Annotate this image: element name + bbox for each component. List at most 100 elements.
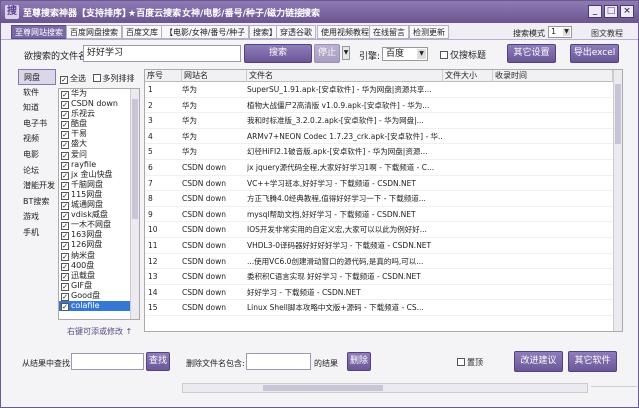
horizontal-scrollbar[interactable] bbox=[182, 383, 588, 393]
check-icon[interactable]: ✓ bbox=[61, 292, 69, 301]
multi-tag-checkbox[interactable]: 多列排排 bbox=[92, 74, 135, 83]
table-row[interactable]: 5 华为 幻径HiFI2.1破音版.apk-[安卓软件] - 华为网盘|资源... bbox=[145, 144, 615, 160]
table-row[interactable]: 4 华为 ARMv7+NEON Codec 1.7.23_crk.apk-[安卓软件… bbox=[145, 129, 615, 145]
table-row[interactable]: 14 CSDN down 好好学习 - 下载频道 - CSDN.NET bbox=[145, 285, 615, 301]
search-mode-select[interactable]: 1 ▼ bbox=[548, 26, 572, 38]
column-header-no[interactable]: 序号 bbox=[145, 70, 182, 82]
site-item[interactable]: ✓ colafile bbox=[59, 300, 139, 312]
tutorial-link[interactable]: 图文教程 bbox=[591, 28, 623, 39]
table-row[interactable]: 10 CSDN down IOS开发非常实用的自定义宏,大家可以以此为例好好... bbox=[145, 222, 615, 238]
nav-item[interactable]: 电影 bbox=[18, 147, 56, 163]
site-item[interactable]: ✓ 115网盘 bbox=[59, 190, 139, 200]
table-row[interactable]: 12 CSDN down ...使用VC6.0创建滑动窗口的源代码,是真的吗,可以.… bbox=[145, 254, 615, 270]
scroll-thumb[interactable] bbox=[615, 84, 621, 144]
nav-item[interactable]: 视频 bbox=[18, 131, 56, 147]
nav-item[interactable]: 潜能开发 bbox=[18, 178, 56, 194]
check-icon[interactable]: ✓ bbox=[61, 141, 69, 150]
check-icon[interactable]: ✓ bbox=[61, 111, 69, 120]
other-software-button[interactable]: 其它软件 bbox=[568, 351, 617, 372]
site-item[interactable]: ✓ 163网盘 bbox=[59, 230, 139, 241]
site-item[interactable]: ✓ 126网盘 bbox=[59, 240, 139, 251]
other-settings-button[interactable]: 其它设置 bbox=[507, 44, 556, 63]
site-item[interactable]: ✓ 华为 bbox=[59, 89, 139, 99]
site-item[interactable]: ✓ jx 金山快盘 bbox=[59, 170, 139, 180]
table-row[interactable]: 2 华为 植物大战僵尸2高清版 v1.0.9.apk-[安卓软件] - 华为... bbox=[145, 98, 615, 114]
site-item[interactable]: ✓ 干易 bbox=[59, 129, 139, 140]
select-all-checkbox[interactable]: ✓ 全选 bbox=[60, 74, 86, 84]
nav-item[interactable]: BT搜索 bbox=[18, 194, 56, 210]
nav-item[interactable]: 手机 bbox=[18, 225, 56, 241]
check-icon[interactable]: ✓ bbox=[61, 212, 69, 221]
tab-baidu-wenku[interactable]: 百度文库 bbox=[122, 25, 162, 39]
check-icon[interactable]: ✓ bbox=[61, 171, 69, 180]
site-item[interactable]: ✓ 爱问 bbox=[59, 150, 139, 160]
check-icon[interactable]: ✓ bbox=[61, 91, 69, 99]
export-excel-button[interactable]: 导出excel bbox=[570, 44, 619, 63]
close-button[interactable]: × bbox=[620, 5, 634, 18]
tab-google[interactable]: 穿透谷歌 bbox=[276, 25, 316, 39]
search-input[interactable]: 好好学习 bbox=[83, 45, 241, 62]
filter-input[interactable] bbox=[71, 353, 144, 370]
site-item[interactable]: ✓ 盛大 bbox=[59, 139, 139, 150]
site-item[interactable]: ✓ 酷盘 bbox=[59, 119, 139, 130]
menu-search[interactable]: 搜索 bbox=[302, 6, 320, 19]
column-header-site[interactable]: 网站名 bbox=[182, 70, 247, 82]
menu-baidu-cloud[interactable]: ★百度云搜索 bbox=[128, 6, 181, 19]
site-item[interactable]: ✓ CSDN down bbox=[59, 99, 139, 110]
check-icon[interactable]: ✓ bbox=[61, 181, 69, 190]
feedback-button[interactable]: 改进建议 bbox=[514, 351, 563, 372]
nav-item[interactable]: 论坛 bbox=[18, 163, 56, 179]
site-list-scrollbar[interactable] bbox=[130, 89, 139, 319]
table-row[interactable]: 1 华为 SuperSU_1.91.apk-[安卓软件] - 华为网盘|资源共享..… bbox=[145, 82, 615, 98]
engine-select[interactable]: 百度 ▼ bbox=[382, 47, 428, 61]
check-icon[interactable]: ✓ bbox=[61, 131, 69, 140]
minimize-button[interactable]: _ bbox=[588, 5, 602, 18]
site-item[interactable]: ✓ rayfile bbox=[59, 160, 139, 170]
site-item[interactable]: ✓ 400盘 bbox=[59, 261, 139, 271]
site-item[interactable]: ✓ 纳米盘 bbox=[59, 251, 139, 261]
check-icon[interactable]: ✓ bbox=[61, 202, 69, 211]
nav-item[interactable]: 电子书 bbox=[18, 116, 56, 132]
table-row[interactable]: 13 CSDN down 委积积C语言实现 好好学习 - 下载频道 - CSDN.N… bbox=[145, 269, 615, 285]
table-row[interactable]: 15 CSDN down Linux Shell脚本攻略中文版+源码 - 下载频道 … bbox=[145, 300, 615, 316]
delete-button[interactable]: 删除 bbox=[347, 352, 371, 371]
site-item[interactable]: ✓ 千脑网盘 bbox=[59, 180, 139, 190]
stop-button[interactable]: 停止 bbox=[314, 44, 340, 63]
delete-filter-input[interactable] bbox=[246, 353, 311, 370]
search-button[interactable]: 搜索 bbox=[244, 44, 312, 63]
table-scrollbar[interactable] bbox=[613, 70, 622, 331]
tab-check-update[interactable]: 检测更新 bbox=[409, 25, 449, 39]
scroll-thumb[interactable] bbox=[263, 385, 383, 391]
nav-item[interactable]: 软件 bbox=[18, 85, 56, 101]
tab-media[interactable]: 【电影/女神/番号/种子 bbox=[161, 25, 250, 39]
column-header-filename[interactable]: 文件名 bbox=[247, 70, 443, 82]
site-item[interactable]: ✓ 一木不网盘 bbox=[59, 220, 139, 231]
nav-item[interactable]: 知道 bbox=[18, 100, 56, 116]
check-icon[interactable]: ✓ bbox=[61, 121, 69, 130]
check-icon[interactable]: ✓ bbox=[61, 302, 69, 311]
check-icon[interactable]: ✓ bbox=[61, 232, 69, 241]
site-item[interactable]: ✓ 城通网盘 bbox=[59, 200, 139, 211]
table-row[interactable]: 11 CSDN down VHDL3-0译码器好好好好学习 - 下载频道 - CSD… bbox=[145, 238, 615, 254]
site-item[interactable]: ✓ 乐视云 bbox=[59, 109, 139, 120]
site-item[interactable]: ✓ 迅载盘 bbox=[59, 271, 139, 281]
pin-top-checkbox[interactable]: 置顶 bbox=[457, 357, 483, 368]
check-icon[interactable]: ✓ bbox=[61, 101, 69, 110]
tab-video-tutorial[interactable]: 使用视频教程 bbox=[317, 25, 373, 39]
scroll-thumb[interactable] bbox=[132, 99, 138, 219]
check-icon[interactable]: ✓ bbox=[61, 242, 69, 251]
chevron-down-icon[interactable]: ▼ bbox=[342, 46, 350, 60]
table-row[interactable]: 7 CSDN down VC++学习班本,好好学习 - 下载频道 - CSDN.NE… bbox=[145, 176, 615, 192]
tab-site-search[interactable]: 至尊网站搜索 bbox=[11, 25, 67, 39]
check-icon[interactable]: ✓ bbox=[61, 282, 69, 291]
header-only-checkbox[interactable]: 仅搜标题 bbox=[440, 48, 486, 61]
menu-media-links[interactable]: 女神/电影/番号/种子/磁力链接 bbox=[182, 6, 303, 19]
nav-item[interactable]: 游戏 bbox=[18, 209, 56, 225]
check-icon[interactable]: ✓ bbox=[61, 222, 69, 231]
maximize-button[interactable]: □ bbox=[604, 5, 618, 18]
table-row[interactable]: 6 CSDN down jx jquery源代码全程,大家好好学习1啊 - 下载频道… bbox=[145, 160, 615, 176]
check-icon[interactable]: ✓ bbox=[61, 262, 69, 271]
find-button[interactable]: 查找 bbox=[146, 352, 170, 371]
table-row[interactable]: 3 华为 我和时标准版_3.2.0.2.apk-[安卓软件] - 华为网盘|... bbox=[145, 113, 615, 129]
site-item[interactable]: ✓ vdisk威盘 bbox=[59, 210, 139, 221]
